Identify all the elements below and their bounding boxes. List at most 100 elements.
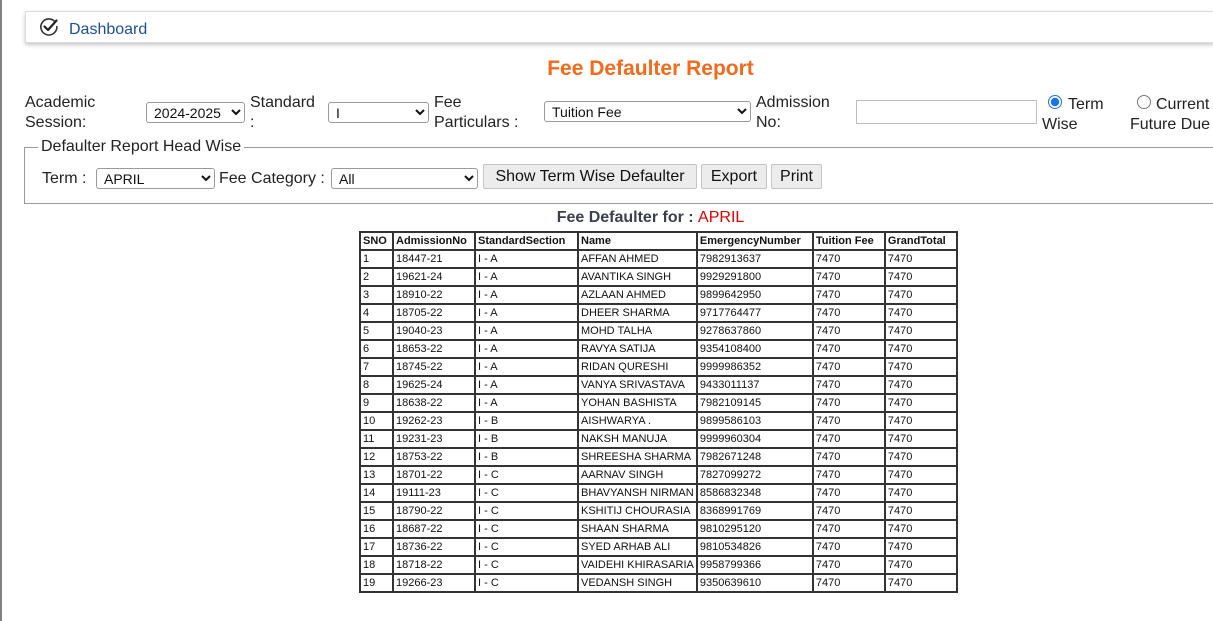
table-row: 13 18701-22 I - C AARNAV SINGH 7827099272 747… [359,465,958,485]
col-standard-section-cell: I - C [474,555,579,575]
table-row: 8 19625-24 I - A VANYA SRIVASTAVA 9433011137… [359,375,958,395]
col-admission-no-cell: 19111-23 [392,483,476,503]
check-circle-icon [38,16,60,38]
col-admission-no-cell: 18638-22 [392,393,476,413]
fee-category-select[interactable]: All [331,168,478,189]
col-tuition-fee-cell: 7470 [811,321,886,341]
col-sno-cell: 14 [359,483,394,503]
term-wise-label-line2: Wise [1042,116,1078,133]
col-standard-section-cell: I - C [474,573,579,593]
current-future-due-label-line2: Future Due [1130,116,1211,133]
col-name-cell: AARNAV SINGH [577,465,698,485]
table-row: 1 18447-21 I - A AFFAN AHMED 7982913637 7470 7… [359,249,958,269]
col-admission-no-cell: 18753-22 [392,447,476,467]
col-admission-no-cell: 18790-22 [392,501,476,521]
col-admission-no-cell: 19266-23 [392,573,476,593]
fee-particulars-label: Fee Particulars : [434,93,518,133]
academic-session-label-line1: Academic [25,94,96,111]
col-emergency-number-cell: 9999986352 [695,357,814,377]
col-admission-no-cell: 18745-22 [392,357,476,377]
col-emergency-number-cell: 7982109145 [695,393,814,413]
col-admission-no-cell: 19262-23 [392,411,476,431]
col-name-cell: AISHWARYA . [577,411,698,431]
col-grand-total-cell: 7470 [883,555,958,575]
col-name-cell: YOHAN BASHISTA [577,393,698,413]
col-standard-section-cell: I - A [474,357,579,377]
col-grand-total-header: GrandTotal [883,231,958,251]
col-admission-no-cell: 18701-22 [392,465,476,485]
col-grand-total-cell: 7470 [883,465,958,485]
table-row: 2 19621-24 I - A AVANTIKA SINGH 9929291800 74… [359,267,958,287]
col-emergency-number-cell: 9433011137 [695,375,814,395]
term-select[interactable]: APRIL [96,168,215,189]
col-sno-cell: 7 [359,357,394,377]
admission-no-input[interactable] [856,100,1037,124]
col-grand-total-cell: 7470 [883,285,958,305]
table-row: 12 18753-22 I - B SHREESHA SHARMA 7982671248… [359,447,958,467]
col-admission-no-cell: 19040-23 [392,321,476,341]
col-tuition-fee-header: Tuition Fee [811,231,886,251]
col-grand-total-cell: 7470 [883,339,958,359]
col-grand-total-cell: 7470 [883,375,958,395]
table-row: 9 18638-22 I - A YOHAN BASHISTA 7982109145 74… [359,393,958,413]
col-tuition-fee-cell: 7470 [811,375,886,395]
col-grand-total-cell: 7470 [883,483,958,503]
col-sno-cell: 6 [359,339,394,359]
table-row: 17 18736-22 I - C SYED ARHAB ALI 9810534826 7… [359,537,958,557]
admission-no-label-line2: No: [756,114,781,131]
table-body: 1 18447-21 I - A AFFAN AHMED 7982913637 7470 7… [359,249,958,593]
table-row: 15 18790-22 I - C KSHITIJ CHOURASIA 83689917… [359,501,958,521]
col-sno-cell: 18 [359,555,394,575]
col-name-cell: BHAVYANSH NIRMAN [577,483,698,503]
col-admission-no-header: AdmissionNo [392,231,476,251]
col-emergency-number-cell: 9354108400 [695,339,814,359]
col-tuition-fee-cell: 7470 [811,555,886,575]
col-emergency-number-cell: 9810534826 [695,537,814,557]
col-emergency-number-cell: 8368991769 [695,501,814,521]
col-admission-no-cell: 18687-22 [392,519,476,539]
col-standard-section-cell: I - A [474,393,579,413]
col-standard-section-cell: I - A [474,375,579,395]
col-standard-section-cell: I - A [474,249,579,269]
table-row: 10 19262-23 I - B AISHWARYA . 9899586103 7470… [359,411,958,431]
col-name-cell: RAVYA SATIJA [577,339,698,359]
standard-select[interactable]: I [328,102,429,123]
col-name-cell: SHAAN SHARMA [577,519,698,539]
col-name-cell: SHREESHA SHARMA [577,447,698,467]
col-grand-total-cell: 7470 [883,267,958,287]
col-emergency-number-cell: 9929291800 [695,267,814,287]
defaulter-table: SNO AdmissionNo StandardSection Name Emergen… [359,231,958,593]
col-tuition-fee-cell: 7470 [811,411,886,431]
col-admission-no-cell: 18653-22 [392,339,476,359]
col-admission-no-cell: 18718-22 [392,555,476,575]
col-emergency-number-cell: 9899586103 [695,411,814,431]
col-sno-cell: 8 [359,375,394,395]
current-future-due-label: Current Future Due [1130,95,1210,135]
col-standard-section-cell: I - A [474,339,579,359]
col-sno-cell: 19 [359,573,394,593]
col-sno-cell: 1 [359,249,394,269]
col-admission-no-cell: 18447-21 [392,249,476,269]
col-name-cell: AVANTIKA SINGH [577,267,698,287]
table-row: 7 18745-22 I - A RIDAN QURESHI 9999986352 747… [359,357,958,377]
export-button[interactable]: Export [701,164,767,189]
print-button[interactable]: Print [771,164,822,189]
show-term-wise-defaulter-button[interactable]: Show Term Wise Defaulter [483,164,697,189]
breadcrumb-dashboard-link[interactable]: Dashboard [69,21,147,39]
col-grand-total-cell: 7470 [883,501,958,521]
term-label: Term : [42,170,87,187]
academic-session-select[interactable]: 2024-2025 [146,102,245,123]
col-name-cell: KSHITIJ CHOURASIA [577,501,698,521]
standard-label: Standard : [250,93,315,133]
col-emergency-number-cell: 7982671248 [695,447,814,467]
col-grand-total-cell: 7470 [883,537,958,557]
col-standard-section-cell: I - C [474,519,579,539]
table-row: 19 19266-23 I - C VEDANSH SINGH 9350639610 74… [359,573,958,593]
col-grand-total-cell: 7470 [883,321,958,341]
fee-particulars-select[interactable]: Tuition Fee [544,101,751,122]
col-emergency-number-cell: 7982913637 [695,249,814,269]
standard-label-line2: : [250,114,255,131]
col-name-cell: MOHD TALHA [577,321,698,341]
col-grand-total-cell: 7470 [883,357,958,377]
col-name-cell: DHEER SHARMA [577,303,698,323]
